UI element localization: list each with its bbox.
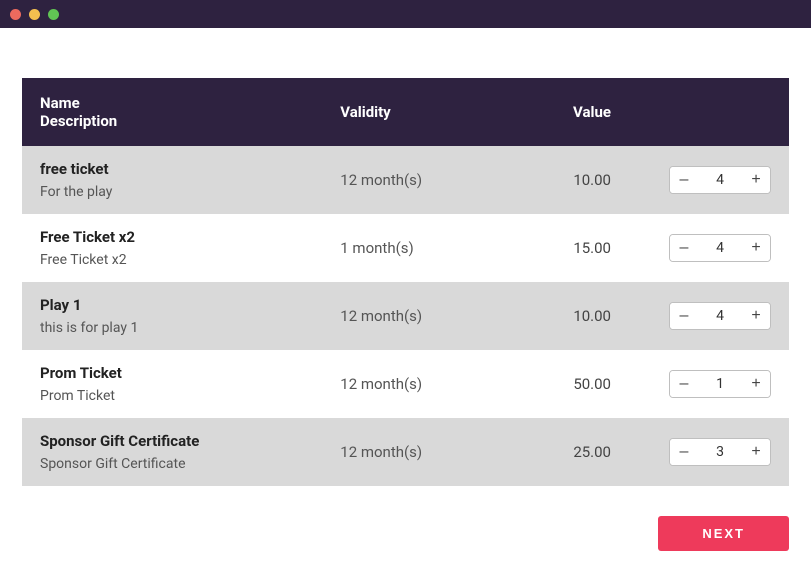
- cell-validity: 12 month(s): [322, 418, 503, 486]
- ticket-name: Free Ticket x2: [40, 228, 304, 246]
- ticket-name: free ticket: [40, 160, 304, 178]
- col-quantity: [651, 78, 789, 146]
- table-row: Free Ticket x2 Free Ticket x2 1 month(s)…: [22, 214, 789, 282]
- window-titlebar: [0, 0, 811, 28]
- ticket-name: Sponsor Gift Certificate: [40, 432, 304, 450]
- quantity-value: 4: [698, 308, 742, 324]
- col-value-label: Value: [503, 78, 651, 146]
- cell-validity: 1 month(s): [322, 214, 503, 282]
- ticket-description: Free Ticket x2: [40, 252, 304, 268]
- cell-quantity: – 4 +: [651, 282, 789, 350]
- table-row: free ticket For the play 12 month(s) 10.…: [22, 146, 789, 214]
- quantity-value: 3: [698, 444, 742, 460]
- table-row: Sponsor Gift Certificate Sponsor Gift Ce…: [22, 418, 789, 486]
- cell-value: 10.00: [503, 146, 651, 214]
- cell-quantity: – 4 +: [651, 146, 789, 214]
- table-row: Play 1 this is for play 1 12 month(s) 10…: [22, 282, 789, 350]
- ticket-description: this is for play 1: [40, 320, 304, 336]
- main-content: Name Description Validity Value free tic…: [0, 28, 811, 486]
- ticket-description: Sponsor Gift Certificate: [40, 456, 304, 472]
- ticket-description: Prom Ticket: [40, 388, 304, 404]
- maximize-icon[interactable]: [48, 9, 59, 20]
- col-name-description: Name Description: [22, 78, 322, 146]
- tickets-table: Name Description Validity Value free tic…: [22, 78, 789, 486]
- decrement-button[interactable]: –: [670, 371, 698, 397]
- increment-button[interactable]: +: [742, 303, 770, 329]
- quantity-stepper: – 1 +: [669, 370, 771, 398]
- cell-validity: 12 month(s): [322, 282, 503, 350]
- decrement-button[interactable]: –: [670, 439, 698, 465]
- cell-value: 50.00: [503, 350, 651, 418]
- quantity-value: 4: [698, 240, 742, 256]
- table-header-row: Name Description Validity Value: [22, 78, 789, 146]
- ticket-description: For the play: [40, 184, 304, 200]
- cell-name-description: Free Ticket x2 Free Ticket x2: [22, 214, 322, 282]
- cell-name-description: Prom Ticket Prom Ticket: [22, 350, 322, 418]
- cell-validity: 12 month(s): [322, 146, 503, 214]
- increment-button[interactable]: +: [742, 439, 770, 465]
- cell-quantity: – 3 +: [651, 418, 789, 486]
- cell-value: 15.00: [503, 214, 651, 282]
- quantity-value: 4: [698, 172, 742, 188]
- quantity-stepper: – 4 +: [669, 234, 771, 262]
- decrement-button[interactable]: –: [670, 235, 698, 261]
- increment-button[interactable]: +: [742, 371, 770, 397]
- footer: NEXT: [0, 486, 811, 551]
- increment-button[interactable]: +: [742, 167, 770, 193]
- ticket-name: Play 1: [40, 296, 304, 314]
- quantity-value: 1: [698, 376, 742, 392]
- cell-name-description: Sponsor Gift Certificate Sponsor Gift Ce…: [22, 418, 322, 486]
- cell-quantity: – 4 +: [651, 214, 789, 282]
- minimize-icon[interactable]: [29, 9, 40, 20]
- cell-value: 25.00: [503, 418, 651, 486]
- quantity-stepper: – 4 +: [669, 302, 771, 330]
- decrement-button[interactable]: –: [670, 303, 698, 329]
- next-button[interactable]: NEXT: [658, 516, 789, 551]
- close-icon[interactable]: [10, 9, 21, 20]
- cell-validity: 12 month(s): [322, 350, 503, 418]
- decrement-button[interactable]: –: [670, 167, 698, 193]
- cell-name-description: free ticket For the play: [22, 146, 322, 214]
- col-validity-label: Validity: [322, 78, 503, 146]
- quantity-stepper: – 3 +: [669, 438, 771, 466]
- cell-value: 10.00: [503, 282, 651, 350]
- increment-button[interactable]: +: [742, 235, 770, 261]
- quantity-stepper: – 4 +: [669, 166, 771, 194]
- ticket-name: Prom Ticket: [40, 364, 304, 382]
- col-description-label: Description: [40, 112, 304, 130]
- cell-name-description: Play 1 this is for play 1: [22, 282, 322, 350]
- cell-quantity: – 1 +: [651, 350, 789, 418]
- table-row: Prom Ticket Prom Ticket 12 month(s) 50.0…: [22, 350, 789, 418]
- col-name-label: Name: [40, 94, 304, 112]
